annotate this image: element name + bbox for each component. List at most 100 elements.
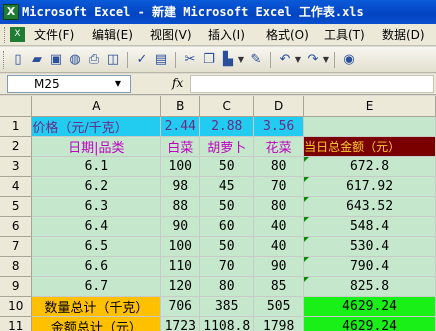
cell-c6[interactable]: 60 (199, 216, 255, 237)
row-header[interactable]: 1 (0, 116, 33, 137)
workbook-icon[interactable]: X (10, 27, 25, 42)
menu-edit[interactable]: 编辑(E) (92, 27, 133, 43)
toolbar-grip[interactable] (3, 51, 6, 69)
name-box-dropdown-icon[interactable]: ▼ (111, 76, 125, 92)
cell-a11[interactable]: 金额总计（元） (31, 316, 162, 331)
print-preview-icon[interactable]: ◫ (104, 51, 122, 69)
column-header-b[interactable]: B (160, 96, 201, 117)
row-header[interactable]: 10 (0, 296, 33, 317)
cell-b5[interactable]: 88 (160, 196, 201, 217)
spelling-icon[interactable]: ✓ (133, 51, 151, 69)
cut-icon[interactable]: ✂ (181, 51, 199, 69)
select-all-corner[interactable] (0, 96, 33, 117)
cell-c8[interactable]: 70 (199, 256, 255, 277)
cell-b4[interactable]: 98 (160, 176, 201, 197)
cell-c10[interactable]: 385 (199, 296, 255, 317)
cell-a4[interactable]: 6.2 (31, 176, 162, 197)
cell-d11[interactable]: 1798 (253, 316, 305, 331)
cell-d2[interactable]: 花菜 (253, 136, 305, 157)
menu-format[interactable]: 格式(O) (266, 27, 309, 43)
cell-e6[interactable]: 548.4 (303, 216, 436, 237)
cell-e11[interactable]: 4629.24 (303, 316, 436, 331)
menu-file[interactable]: 文件(F) (34, 27, 74, 43)
row-header[interactable]: 8 (0, 256, 33, 277)
new-icon[interactable]: ▯ (9, 51, 27, 69)
cell-c9[interactable]: 80 (199, 276, 255, 297)
cell-a3[interactable]: 6.1 (31, 156, 162, 177)
undo-dropdown-arrow[interactable]: ▼ (294, 51, 302, 69)
menu-grip[interactable] (4, 27, 7, 43)
cell-e9[interactable]: 825.8 (303, 276, 436, 297)
cell-a7[interactable]: 6.5 (31, 236, 162, 257)
cell-b10[interactable]: 706 (160, 296, 201, 317)
open-icon[interactable]: ▰ (28, 51, 46, 69)
save-icon[interactable]: ▣ (47, 51, 65, 69)
column-header-c[interactable]: C (199, 96, 255, 117)
cell-c5[interactable]: 50 (199, 196, 255, 217)
copy-icon[interactable]: ❐ (200, 51, 218, 69)
cell-e8[interactable]: 790.4 (303, 256, 436, 277)
cell-b3[interactable]: 100 (160, 156, 201, 177)
column-header-d[interactable]: D (253, 96, 305, 117)
cell-c1[interactable]: 2.88 (199, 116, 255, 137)
menu-insert[interactable]: 插入(I) (208, 27, 245, 43)
cell-b11[interactable]: 1723 (160, 316, 201, 331)
format-painter-icon[interactable]: ✎ (247, 51, 265, 69)
cell-d10[interactable]: 505 (253, 296, 305, 317)
cell-e3[interactable]: 672.8 (303, 156, 436, 177)
cell-d1[interactable]: 3.56 (253, 116, 305, 137)
row-header[interactable]: 5 (0, 196, 33, 217)
cell-d5[interactable]: 80 (253, 196, 305, 217)
research-icon[interactable]: ▤ (152, 51, 170, 69)
cell-a8[interactable]: 6.6 (31, 256, 162, 277)
cell-a1[interactable]: 价格（元/千克） (31, 116, 162, 137)
cell-e4[interactable]: 617.92 (303, 176, 436, 197)
cell-d9[interactable]: 85 (253, 276, 305, 297)
row-header[interactable]: 7 (0, 236, 33, 257)
cell-c3[interactable]: 50 (199, 156, 255, 177)
cell-a6[interactable]: 6.4 (31, 216, 162, 237)
cell-a10[interactable]: 数量总计（千克） (31, 296, 162, 317)
cell-a5[interactable]: 6.3 (31, 196, 162, 217)
row-header[interactable]: 9 (0, 276, 33, 297)
help-icon[interactable]: ◉ (340, 51, 358, 69)
paste-icon[interactable]: ▙ (219, 51, 237, 69)
cell-d6[interactable]: 40 (253, 216, 305, 237)
cell-e1[interactable] (303, 116, 436, 137)
undo-icon[interactable]: ↶ (276, 51, 294, 69)
cell-e2[interactable]: 当日总金额（元） (303, 136, 436, 157)
cell-c7[interactable]: 50 (199, 236, 255, 257)
cell-d8[interactable]: 90 (253, 256, 305, 277)
cell-c11[interactable]: 1108.8 (199, 316, 255, 331)
column-header-a[interactable]: A (31, 96, 162, 117)
cell-d7[interactable]: 40 (253, 236, 305, 257)
cell-b7[interactable]: 100 (160, 236, 201, 257)
paste-dropdown-arrow[interactable]: ▼ (237, 51, 245, 69)
row-header[interactable]: 2 (0, 136, 33, 157)
row-header[interactable]: 6 (0, 216, 33, 237)
print-icon[interactable]: ⎙ (85, 51, 103, 69)
menu-tools[interactable]: 工具(T) (324, 27, 365, 43)
cell-e10[interactable]: 4629.24 (303, 296, 436, 317)
row-header[interactable]: 4 (0, 176, 33, 197)
cell-d3[interactable]: 80 (253, 156, 305, 177)
cell-b1[interactable]: 2.44 (160, 116, 201, 137)
column-header-e[interactable]: E (303, 96, 436, 117)
cell-c4[interactable]: 45 (199, 176, 255, 197)
permission-icon[interactable]: ◍ (66, 51, 84, 69)
fx-icon[interactable]: fx (172, 76, 183, 90)
menu-data[interactable]: 数据(D) (382, 27, 425, 43)
cell-d4[interactable]: 70 (253, 176, 305, 197)
excel-icon[interactable]: X (3, 4, 19, 20)
cell-a9[interactable]: 6.7 (31, 276, 162, 297)
cell-b8[interactable]: 110 (160, 256, 201, 277)
cell-b2[interactable]: 白菜 (160, 136, 201, 157)
redo-icon[interactable]: ↷ (304, 51, 322, 69)
row-header[interactable]: 11 (0, 316, 33, 331)
row-header[interactable]: 3 (0, 156, 33, 177)
redo-dropdown-arrow[interactable]: ▼ (322, 51, 330, 69)
menu-view[interactable]: 视图(V) (150, 27, 192, 43)
cell-e7[interactable]: 530.4 (303, 236, 436, 257)
cell-b6[interactable]: 90 (160, 216, 201, 237)
cell-a2[interactable]: 日期|品类 (31, 136, 162, 157)
